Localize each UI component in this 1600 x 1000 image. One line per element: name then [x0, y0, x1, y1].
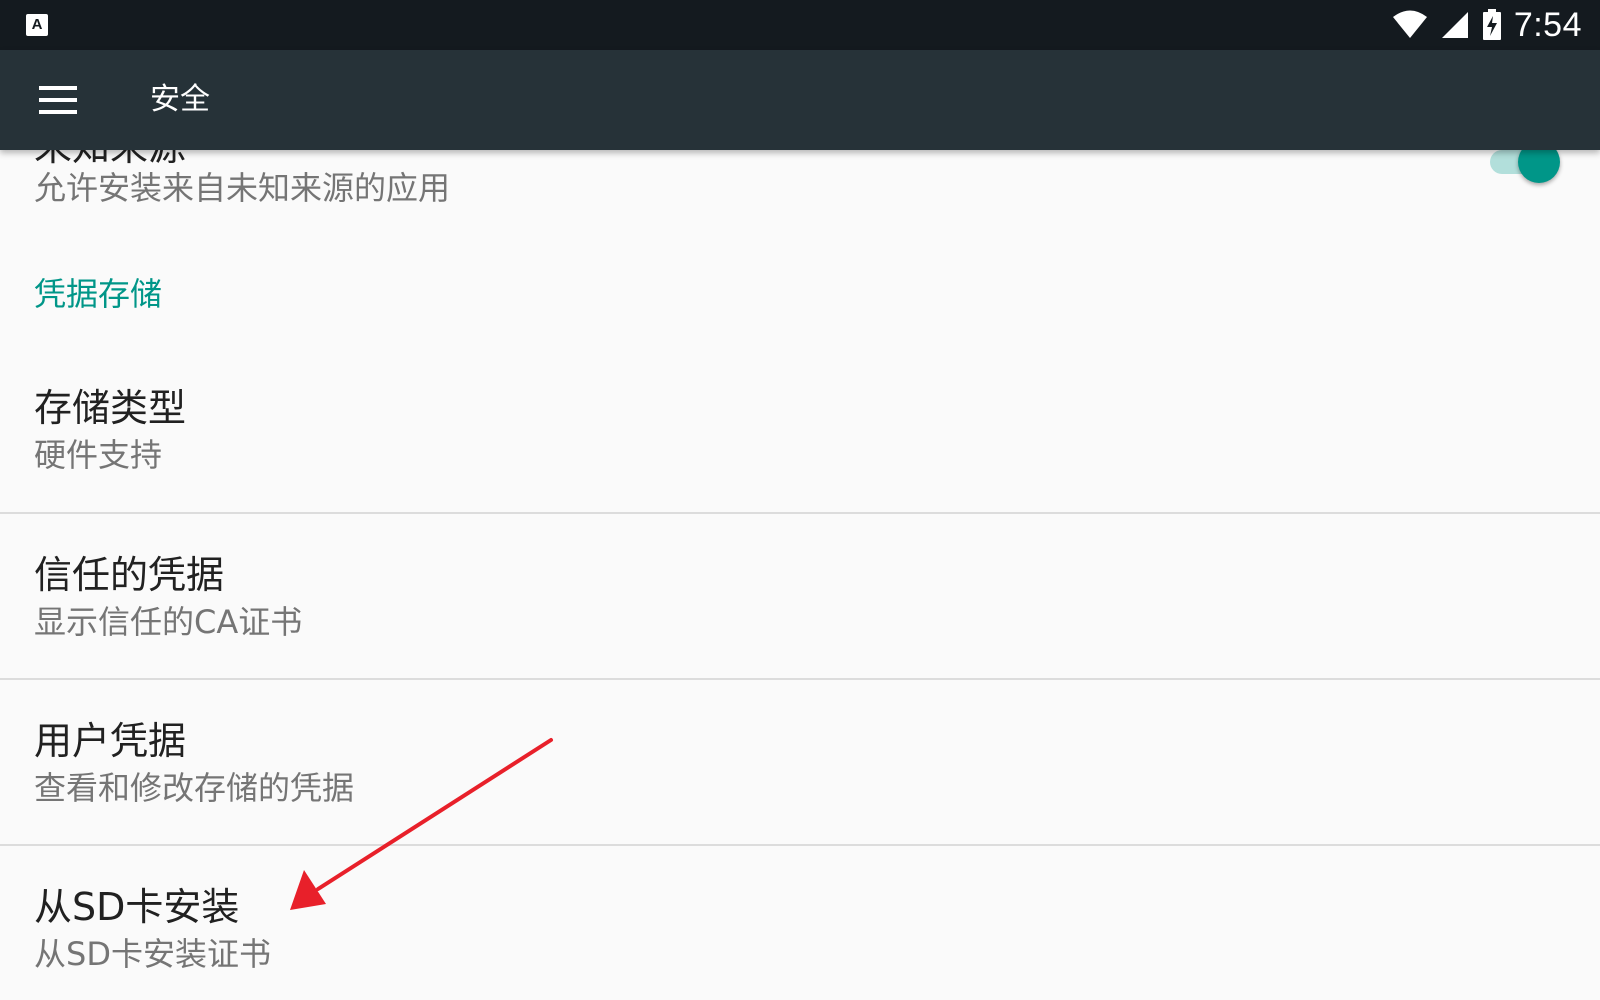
pref-summary: 显示信任的CA证书: [34, 603, 303, 641]
battery-charging-icon: [1482, 9, 1501, 40]
category-credential-storage: 凭据存储: [0, 250, 1600, 340]
navigation-menu-button[interactable]: [30, 76, 86, 124]
pref-summary: 查看和修改存储的凭据: [34, 769, 355, 807]
pref-title: 未知来源: [34, 150, 186, 170]
status-bar: A 7:54: [0, 0, 1600, 50]
pref-unknown-sources[interactable]: 未知来源 允许安装来自未知来源的应用: [0, 150, 1600, 240]
cell-signal-icon: [1441, 12, 1468, 38]
pref-user-credentials[interactable]: 用户凭据 查看和修改存储的凭据: [0, 680, 1600, 846]
pref-summary: 从SD卡安装证书: [34, 935, 271, 973]
app-notification-icon: A: [26, 14, 48, 36]
status-icons: 7:54: [1392, 0, 1582, 50]
pref-title: 用户凭据: [34, 719, 187, 763]
pref-install-from-sd[interactable]: 从SD卡安装 从SD卡安装证书: [0, 846, 1600, 1000]
status-time: 7:54: [1513, 5, 1582, 44]
pref-title: 从SD卡安装: [34, 885, 240, 929]
settings-list: 未知来源 允许安装来自未知来源的应用 凭据存储 存储类型 硬件支持 信任的凭据 …: [0, 150, 1600, 1000]
switch-thumb: [1518, 150, 1560, 183]
hamburger-menu-icon: [39, 86, 77, 114]
page-title: 安全: [150, 82, 210, 117]
unknown-sources-switch[interactable]: [1490, 150, 1560, 184]
pref-summary: 硬件支持: [34, 436, 163, 474]
wifi-icon: [1392, 10, 1427, 38]
category-title: 凭据存储: [34, 275, 163, 313]
app-toolbar: 安全: [0, 50, 1600, 150]
pref-storage-type[interactable]: 存储类型 硬件支持: [0, 362, 1600, 514]
pref-title: 存储类型: [34, 386, 187, 430]
pref-summary: 允许安装来自未知来源的应用: [34, 169, 451, 207]
pref-title: 信任的凭据: [34, 553, 225, 597]
pref-trusted-credentials[interactable]: 信任的凭据 显示信任的CA证书: [0, 514, 1600, 680]
